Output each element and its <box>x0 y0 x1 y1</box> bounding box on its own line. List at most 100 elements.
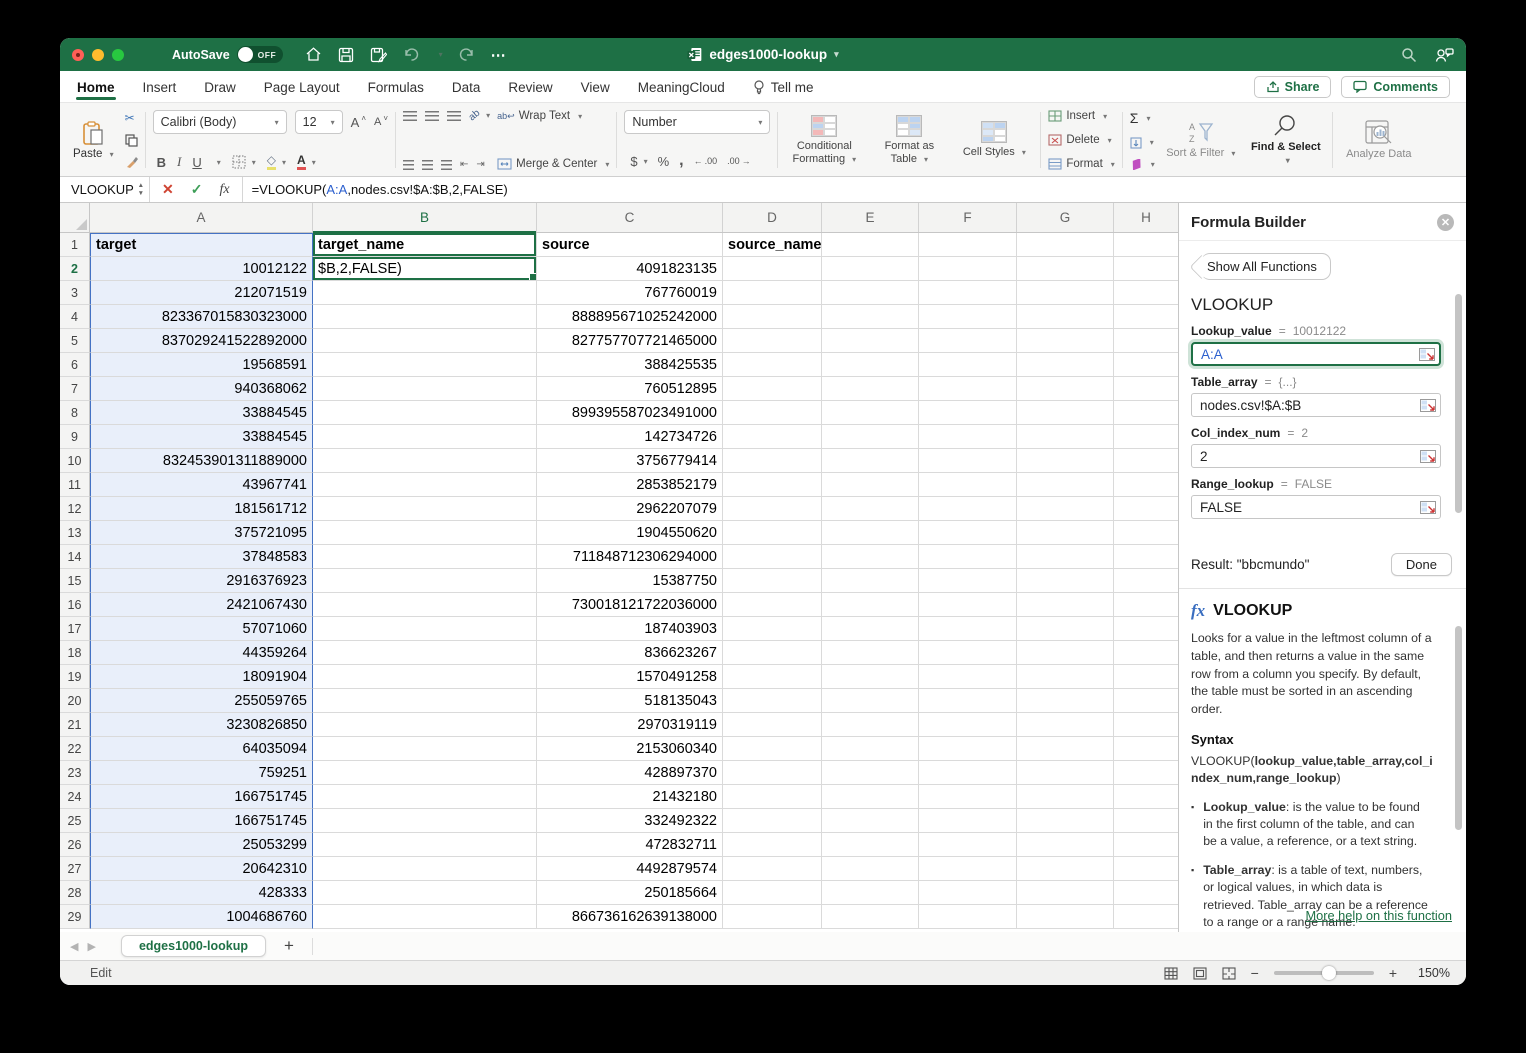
cell-empty[interactable] <box>919 833 1017 857</box>
cell-target[interactable]: 33884545 <box>90 401 313 425</box>
cell-empty[interactable] <box>822 305 919 329</box>
cell-empty[interactable] <box>1017 809 1114 833</box>
cell-empty[interactable] <box>1017 713 1114 737</box>
show-all-functions-button[interactable]: Show All Functions <box>1201 253 1331 280</box>
more-commands-icon[interactable]: ⋯ <box>491 46 507 64</box>
cell-empty[interactable] <box>1114 593 1178 617</box>
cell-source[interactable]: 888895671025242000 <box>537 305 723 329</box>
format-cells-button[interactable]: Format▾ <box>1048 158 1114 170</box>
cell-empty[interactable] <box>919 257 1017 281</box>
tab-data[interactable]: Data <box>451 73 482 100</box>
cell-source[interactable]: 1904550620 <box>537 521 723 545</box>
row-number[interactable]: 6 <box>60 353 90 377</box>
range-selector-icon[interactable] <box>1420 450 1436 463</box>
prev-sheet-icon[interactable]: ◀ <box>70 940 78 953</box>
cut-button[interactable]: ✂ <box>125 111 138 125</box>
row-number[interactable]: 7 <box>60 377 90 401</box>
row-number[interactable]: 21 <box>60 713 90 737</box>
cell-target-name[interactable] <box>313 569 537 593</box>
cell-empty[interactable] <box>1114 713 1178 737</box>
column-header-h[interactable]: H <box>1114 203 1178 232</box>
cell-empty[interactable] <box>1017 857 1114 881</box>
cell-empty[interactable] <box>723 737 822 761</box>
column-header-g[interactable]: G <box>1017 203 1114 232</box>
confirm-entry-button[interactable]: ✓ <box>191 181 203 198</box>
share-button[interactable]: Share <box>1254 76 1332 98</box>
copy-button[interactable] <box>125 134 138 147</box>
tab-home[interactable]: Home <box>76 73 116 100</box>
increase-indent-icon[interactable]: ⇥ <box>476 159 484 170</box>
cell-empty[interactable] <box>822 857 919 881</box>
cell-source[interactable]: 730018121722036000 <box>537 593 723 617</box>
cell-empty[interactable] <box>822 353 919 377</box>
cell-empty[interactable] <box>1114 641 1178 665</box>
cell-empty[interactable] <box>919 617 1017 641</box>
cell-empty[interactable] <box>1017 665 1114 689</box>
zoom-window-button[interactable] <box>112 49 124 61</box>
cell-target-name[interactable] <box>313 473 537 497</box>
cell-empty[interactable] <box>919 761 1017 785</box>
cell-target[interactable]: 2916376923 <box>90 569 313 593</box>
cell-empty[interactable] <box>1114 257 1178 281</box>
cell-empty[interactable] <box>1017 761 1114 785</box>
range-selector-icon[interactable] <box>1420 399 1436 412</box>
cell-source[interactable]: 711848712306294000 <box>537 545 723 569</box>
cell-target[interactable]: 255059765 <box>90 689 313 713</box>
cell-empty[interactable] <box>1114 353 1178 377</box>
cell-empty[interactable] <box>919 641 1017 665</box>
cell-source[interactable]: 4091823135 <box>537 257 723 281</box>
cell-empty[interactable] <box>919 377 1017 401</box>
cell-source-header[interactable]: source <box>537 233 723 257</box>
cell-empty[interactable] <box>822 425 919 449</box>
row-number[interactable]: 13 <box>60 521 90 545</box>
cell-empty[interactable] <box>723 641 822 665</box>
cell-empty[interactable] <box>1114 521 1178 545</box>
cell-source[interactable]: 388425535 <box>537 353 723 377</box>
row-number[interactable]: 27 <box>60 857 90 881</box>
cell-empty[interactable] <box>723 281 822 305</box>
cell-empty[interactable] <box>1114 401 1178 425</box>
cell-empty[interactable] <box>723 761 822 785</box>
cell-empty[interactable] <box>919 305 1017 329</box>
cell-target-name[interactable] <box>313 761 537 785</box>
cell-target[interactable]: 940368062 <box>90 377 313 401</box>
align-bottom-icon[interactable] <box>447 111 461 121</box>
row-number[interactable]: 25 <box>60 809 90 833</box>
cell-empty[interactable] <box>723 401 822 425</box>
cell-empty[interactable] <box>919 497 1017 521</box>
font-size-select[interactable]: 12▾ <box>295 110 343 134</box>
column-header-a[interactable]: A <box>90 203 313 232</box>
cell-source[interactable]: 760512895 <box>537 377 723 401</box>
font-name-select[interactable]: Calibri (Body)▾ <box>153 110 287 134</box>
zoom-slider-knob[interactable] <box>1322 966 1336 980</box>
cell-empty[interactable] <box>822 401 919 425</box>
next-sheet-icon[interactable]: ▶ <box>87 940 95 953</box>
cell-empty[interactable] <box>822 281 919 305</box>
cell-target-name[interactable] <box>313 377 537 401</box>
cell-source[interactable]: 15387750 <box>537 569 723 593</box>
cell-target-name[interactable] <box>313 905 537 929</box>
cell-source[interactable]: 1570491258 <box>537 665 723 689</box>
column-header-f[interactable]: F <box>919 203 1017 232</box>
cell-target[interactable]: 832453901311889000 <box>90 449 313 473</box>
cell-empty[interactable] <box>723 857 822 881</box>
zoom-in-button[interactable]: + <box>1389 965 1397 981</box>
cell-empty[interactable] <box>1017 833 1114 857</box>
cell-target-name[interactable] <box>313 665 537 689</box>
close-icon[interactable]: ✕ <box>1437 214 1454 231</box>
row-number[interactable]: 10 <box>60 449 90 473</box>
tab-view[interactable]: View <box>580 73 611 100</box>
cell-empty[interactable] <box>822 233 919 257</box>
conditional-formatting-button[interactable]: Conditional Formatting ▾ <box>785 108 863 172</box>
cell-target-name-header[interactable]: target_name <box>313 233 537 257</box>
cell-target[interactable]: 428333 <box>90 881 313 905</box>
grow-font-button[interactable]: A˄ <box>351 115 366 130</box>
cell-empty[interactable] <box>1017 881 1114 905</box>
cell-empty[interactable] <box>919 521 1017 545</box>
cell-source[interactable]: 767760019 <box>537 281 723 305</box>
cell-source[interactable]: 827757707721465000 <box>537 329 723 353</box>
name-box[interactable]: VLOOKUP ▲▼ <box>60 177 150 202</box>
cell-empty[interactable] <box>1017 785 1114 809</box>
cell-empty[interactable] <box>1017 425 1114 449</box>
cell-empty[interactable] <box>822 617 919 641</box>
